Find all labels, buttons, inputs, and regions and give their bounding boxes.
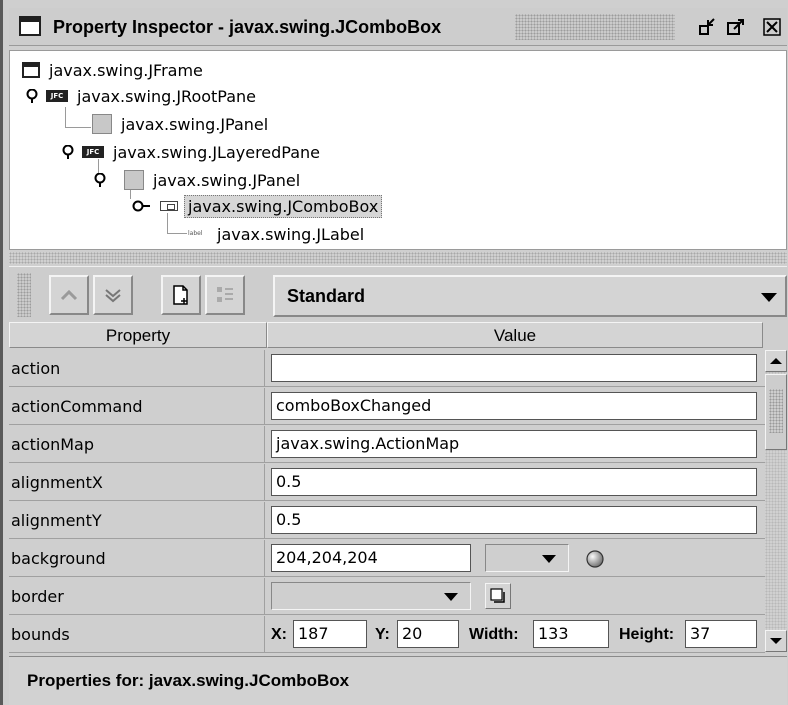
tree-node-label: javax.swing.JPanel [153,170,301,190]
scroll-down-button[interactable] [765,630,787,652]
label-icon: label [188,230,203,237]
tree-node-jpanel-inner[interactable]: javax.swing.JPanel [124,167,303,193]
chevron-down-icon [761,293,777,302]
bounds-x-field[interactable]: 187 [293,620,367,648]
view-mode-value: Standard [287,286,366,306]
move-down-button[interactable] [93,275,133,315]
move-up-button[interactable] [49,275,89,315]
property-name: actionMap [9,426,265,463]
bounds-y-field[interactable]: 20 [397,620,459,648]
tree-node-label: javax.swing.JLabel [217,224,365,244]
toolbar-grip[interactable] [17,273,31,317]
property-table: Property Value action actionCommand comb… [9,322,787,653]
jfc-icon: JFC [46,90,68,102]
vertical-scrollbar[interactable] [765,350,787,652]
value-field[interactable]: comboBoxChanged [271,392,757,420]
property-name: alignmentX [9,464,265,501]
column-header-value[interactable]: Value [267,322,763,348]
jfc-icon: JFC [82,146,104,158]
border-editor-button[interactable] [485,583,511,609]
window-title: Property Inspector - javax.swing.JComboB… [53,17,442,37]
status-text: Properties for: javax.swing.JComboBox [27,671,350,690]
expand-handle-icon[interactable] [62,145,76,159]
tree-node-jcombobox[interactable]: javax.swing.JComboBox [160,193,383,219]
bounds-height-label: Height: [619,626,675,643]
view-mode-combo[interactable]: Standard [273,275,787,317]
chevron-down-icon [542,555,556,563]
value-field[interactable] [271,354,757,382]
chevron-down-icon [444,593,458,601]
property-name: alignmentY [9,502,265,539]
component-tree[interactable]: javax.swing.JFrame JFC javax.swing.JRoot… [9,50,787,250]
combobox-icon [160,201,178,211]
expand-handle-icon[interactable] [26,89,40,103]
property-name: bounds [9,616,265,653]
list-view-button[interactable] [205,275,245,315]
tree-node-label: javax.swing.JRootPane [77,86,257,106]
new-document-button[interactable] [161,275,201,315]
collapse-handle-icon[interactable] [132,199,150,213]
color-dropdown[interactable] [485,544,569,572]
property-name: background [9,540,265,577]
bounds-width-label: Width: [469,626,519,643]
frame-icon [22,62,40,78]
property-name: actionCommand [9,388,265,425]
title-bar-grip [515,14,675,40]
chevron-up-icon [60,289,78,301]
expand-handle-icon[interactable] [94,173,108,187]
value-field[interactable]: 0.5 [271,468,757,496]
property-name: border [9,578,265,615]
table-row[interactable]: alignmentX 0.5 [9,464,765,501]
background-value-field[interactable]: 204,204,204 [271,544,471,572]
window-icon [19,16,41,36]
bounds-width-field[interactable]: 133 [533,620,609,648]
scrollbar-thumb[interactable] [765,374,787,450]
table-row[interactable]: actionMap javax.swing.ActionMap [9,426,765,463]
scroll-down-arrow-icon [770,638,782,644]
tree-node-jlayeredpane[interactable]: JFC javax.swing.JLayeredPane [82,139,323,165]
panel-icon [124,170,144,190]
tree-node-label: javax.swing.JFrame [49,60,203,80]
value-field[interactable]: javax.swing.ActionMap [271,430,757,458]
scroll-up-button[interactable] [765,350,787,372]
column-header-property[interactable]: Property [9,322,267,348]
tree-node-jlabel[interactable]: label javax.swing.JLabel [188,221,367,247]
value-field[interactable]: 0.5 [271,506,757,534]
color-swatch-icon[interactable] [585,549,605,569]
scroll-up-arrow-icon [770,358,782,364]
border-dropdown[interactable] [271,582,471,610]
tree-node-label: javax.swing.JLayeredPane [113,142,321,162]
table-row[interactable]: actionCommand comboBoxChanged [9,388,765,425]
table-row[interactable]: background 204,204,204 [9,540,765,577]
tree-node-label-selected: javax.swing.JComboBox [184,194,383,218]
panel-icon [92,114,112,134]
border-editor-icon [490,588,505,603]
close-icon[interactable] [761,16,783,38]
tree-node-jpanel[interactable]: javax.swing.JPanel [92,111,271,137]
table-row[interactable]: border [9,578,765,615]
minimize-icon[interactable] [697,16,719,38]
property-name: action [9,350,265,387]
table-row[interactable]: alignmentY 0.5 [9,502,765,539]
bounds-x-label: X: [271,626,287,643]
table-row[interactable]: bounds X: 187 Y: 20 Width: 133 Height: 3… [9,616,765,653]
title-bar[interactable]: Property Inspector - javax.swing.JComboB… [9,8,787,46]
double-chevron-down-icon [105,289,121,303]
table-row[interactable]: action [9,350,765,387]
split-pane-divider[interactable] [9,252,787,264]
toolbar: Standard [9,266,787,320]
status-bar: Properties for: javax.swing.JComboBox [9,656,787,705]
property-inspector-window: Property Inspector - javax.swing.JComboB… [0,0,788,705]
tree-node-label: javax.swing.JPanel [121,114,269,134]
tree-node-jframe[interactable]: javax.swing.JFrame [22,57,206,83]
new-page-icon [173,285,188,305]
tree-node-jrootpane[interactable]: JFC javax.swing.JRootPane [46,83,259,109]
bounds-height-field[interactable]: 37 [685,620,757,648]
list-icon [217,287,233,302]
maximize-icon[interactable] [725,16,747,38]
bounds-y-label: Y: [375,626,390,643]
